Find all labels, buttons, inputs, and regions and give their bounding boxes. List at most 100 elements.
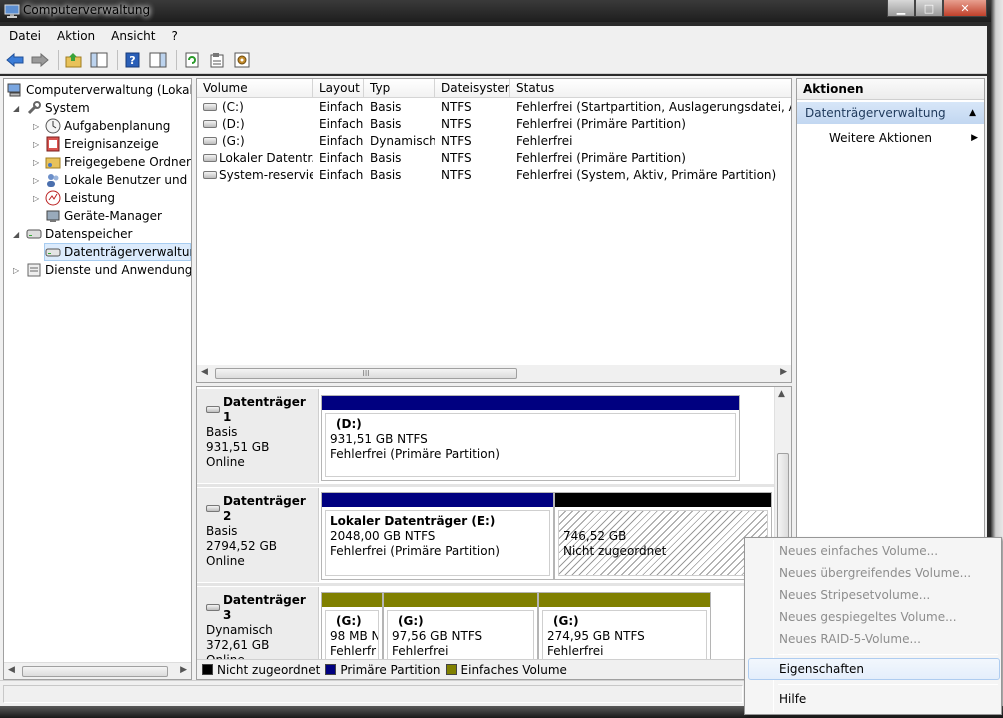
- tree-item-dienste[interactable]: Dienste und Anwendungen: [26, 261, 191, 279]
- disk-label[interactable]: Datenträger 2 Basis 2794,52 GB Online: [197, 488, 319, 582]
- table-row[interactable]: (C:) Einfach Basis NTFS Fehlerfrei (Star…: [197, 99, 791, 116]
- partition[interactable]: Lokaler Datenträger (E:) 2048,00 GB NTFS…: [321, 492, 554, 580]
- column-header-volume[interactable]: Volume: [197, 79, 313, 98]
- tree-item-root[interactable]: Computerverwaltung (Lokal): [7, 81, 191, 99]
- table-row[interactable]: (D:) Einfach Basis NTFS Fehlerfrei (Prim…: [197, 116, 791, 133]
- disk-divider: [197, 583, 774, 586]
- refresh-button[interactable]: [181, 49, 203, 71]
- properties-button[interactable]: [206, 49, 228, 71]
- menu-aktion[interactable]: Aktion: [50, 29, 102, 43]
- tree-item-datenspeicher[interactable]: Datenspeicher: [26, 225, 132, 243]
- menu-item-new-spanned-volume[interactable]: Neues übergreifendes Volume...: [748, 562, 1000, 584]
- scroll-right-icon[interactable]: ▶: [780, 367, 787, 377]
- forward-button[interactable]: [29, 49, 51, 71]
- menu-separator: [778, 654, 998, 655]
- properties-icon: [210, 52, 224, 67]
- disk-row[interactable]: Datenträger 1 Basis 931,51 GB Online (D:…: [197, 389, 774, 483]
- tree-item-leistung[interactable]: Leistung: [45, 189, 115, 207]
- help-button[interactable]: ?: [122, 49, 144, 71]
- menu-item-new-mirrored-volume[interactable]: Neues gespiegeltes Volume...: [748, 606, 1000, 628]
- column-header-typ[interactable]: Typ: [364, 79, 435, 98]
- actions-section-datentraegerverwaltung[interactable]: Datenträgerverwaltung ▲: [797, 102, 984, 124]
- title-bar[interactable]: Computerverwaltung ▁ □ ✕: [0, 0, 991, 22]
- partition-status: Fehlerfrei (Primäre Partition): [330, 544, 500, 558]
- help-icon: ?: [125, 52, 140, 67]
- window-controls: ▁ □ ✕: [887, 0, 987, 18]
- expand-icon[interactable]: ▷: [33, 194, 39, 203]
- scroll-thumb[interactable]: [22, 666, 168, 677]
- column-header-status[interactable]: Status: [510, 79, 791, 98]
- partition-unallocated[interactable]: 746,52 GB Nicht zugeordnet: [554, 492, 772, 580]
- partition-size: 274,95 GB NTFS: [547, 629, 645, 643]
- menu-item-properties[interactable]: Eigenschaften: [748, 658, 1000, 680]
- maximize-button[interactable]: □: [915, 0, 943, 17]
- legend-swatch: [445, 664, 457, 675]
- up-level-button[interactable]: [63, 49, 85, 71]
- menu-item-new-simple-volume[interactable]: Neues einfaches Volume...: [748, 540, 1000, 562]
- tree-item-datentraegerverwaltung[interactable]: Datenträgerverwaltung: [44, 243, 191, 261]
- tree-item-lokale-benutzer[interactable]: Lokale Benutzer und Gru: [45, 171, 191, 189]
- disk-row[interactable]: Datenträger 2 Basis 2794,52 GB Online Lo…: [197, 488, 774, 582]
- expand-icon[interactable]: ▷: [33, 122, 39, 131]
- typ-cell: Basis: [370, 168, 402, 182]
- volume-cell: System-reserviert: [197, 167, 313, 184]
- menu-item-help[interactable]: Hilfe: [748, 688, 1000, 710]
- tree-item-system[interactable]: System: [26, 99, 90, 117]
- tree-item-aufgabenplanung[interactable]: Aufgabenplanung: [45, 117, 170, 135]
- menu-datei[interactable]: Datei: [2, 29, 48, 43]
- storage-icon: [26, 229, 42, 239]
- disk-management-icon: [45, 248, 61, 257]
- expand-icon[interactable]: ▷: [13, 266, 19, 275]
- expand-icon[interactable]: ▷: [33, 176, 39, 185]
- actions-header: Aktionen: [797, 79, 984, 100]
- scroll-left-icon[interactable]: ◀: [8, 665, 15, 675]
- column-header-layout[interactable]: Layout: [313, 79, 364, 98]
- legend-label: Einfaches Volume: [460, 662, 567, 677]
- table-row[interactable]: (G:) Einfach Dynamisch NTFS Fehlerfrei: [197, 133, 791, 150]
- scroll-right-icon[interactable]: ▶: [180, 665, 187, 675]
- context-menu: Neues einfaches Volume... Neues übergrei…: [744, 537, 1002, 715]
- expand-icon[interactable]: ▷: [33, 158, 39, 167]
- more-actions-item[interactable]: Weitere Aktionen ▶: [829, 128, 984, 148]
- menu-item-new-raid5-volume[interactable]: Neues RAID-5-Volume...: [748, 628, 1000, 650]
- tree-item-freigegebene-ordner[interactable]: Freigegebene Ordner: [45, 153, 191, 171]
- volume-name: (D:): [222, 117, 245, 131]
- table-row[interactable]: System-reserviert Einfach Basis NTFS Feh…: [197, 167, 791, 184]
- tree-item-label: Freigegebene Ordner: [64, 155, 191, 169]
- disk-name-text: Datenträger 1: [222, 395, 306, 424]
- volume-icon: [203, 102, 217, 111]
- arrow-left-icon: [6, 52, 24, 67]
- collapse-icon[interactable]: ◢: [13, 104, 19, 113]
- tree-item-ereignisanzeige[interactable]: Ereignisanzeige: [45, 135, 159, 153]
- tree-item-label: Ereignisanzeige: [64, 137, 159, 151]
- show-hide-tree-button[interactable]: [88, 49, 110, 71]
- partition[interactable]: (D:) 931,51 GB NTFS Fehlerfrei (Primäre …: [321, 395, 740, 481]
- expand-icon[interactable]: ▷: [33, 140, 39, 149]
- table-row[interactable]: Lokaler Datentr... Einfach Basis NTFS Fe…: [197, 150, 791, 167]
- disk-icon: [206, 405, 220, 413]
- scroll-up-icon[interactable]: ▲: [778, 389, 785, 399]
- disk-label[interactable]: Datenträger 1 Basis 931,51 GB Online: [197, 389, 319, 483]
- collapse-icon[interactable]: ◢: [13, 230, 19, 239]
- menu-item-new-striped-volume[interactable]: Neues Stripesetvolume...: [748, 584, 1000, 606]
- scroll-left-icon[interactable]: ◀: [201, 367, 208, 377]
- collapse-up-icon[interactable]: ▲: [969, 102, 976, 124]
- tree-item-geraete-manager[interactable]: Geräte-Manager: [45, 207, 162, 225]
- tree-horizontal-scrollbar[interactable]: ◀ ▶: [4, 662, 191, 679]
- column-header-dateisystem[interactable]: Dateisystem: [435, 79, 510, 98]
- back-button[interactable]: [4, 49, 26, 71]
- partition-name: (G:): [398, 614, 424, 628]
- settings-button[interactable]: [231, 49, 253, 71]
- minimize-button[interactable]: ▁: [887, 0, 915, 17]
- disk-label[interactable]: Datenträger 3 Dynamisch 372,61 GB Online: [197, 587, 319, 667]
- console-tree-icon: [90, 52, 108, 67]
- menu-ansicht[interactable]: Ansicht: [104, 29, 162, 43]
- partition-size: 98 MB N: [330, 629, 379, 643]
- scroll-thumb[interactable]: III: [215, 368, 517, 379]
- close-button[interactable]: ✕: [943, 0, 987, 17]
- disk-row[interactable]: Datenträger 3 Dynamisch 372,61 GB Online…: [197, 587, 774, 672]
- volume-list-horizontal-scrollbar[interactable]: ◀ III ▶: [197, 365, 791, 382]
- show-hide-action-pane-button[interactable]: [147, 49, 169, 71]
- legend-item: Primäre Partition: [325, 663, 441, 677]
- menu-help[interactable]: ?: [164, 29, 184, 43]
